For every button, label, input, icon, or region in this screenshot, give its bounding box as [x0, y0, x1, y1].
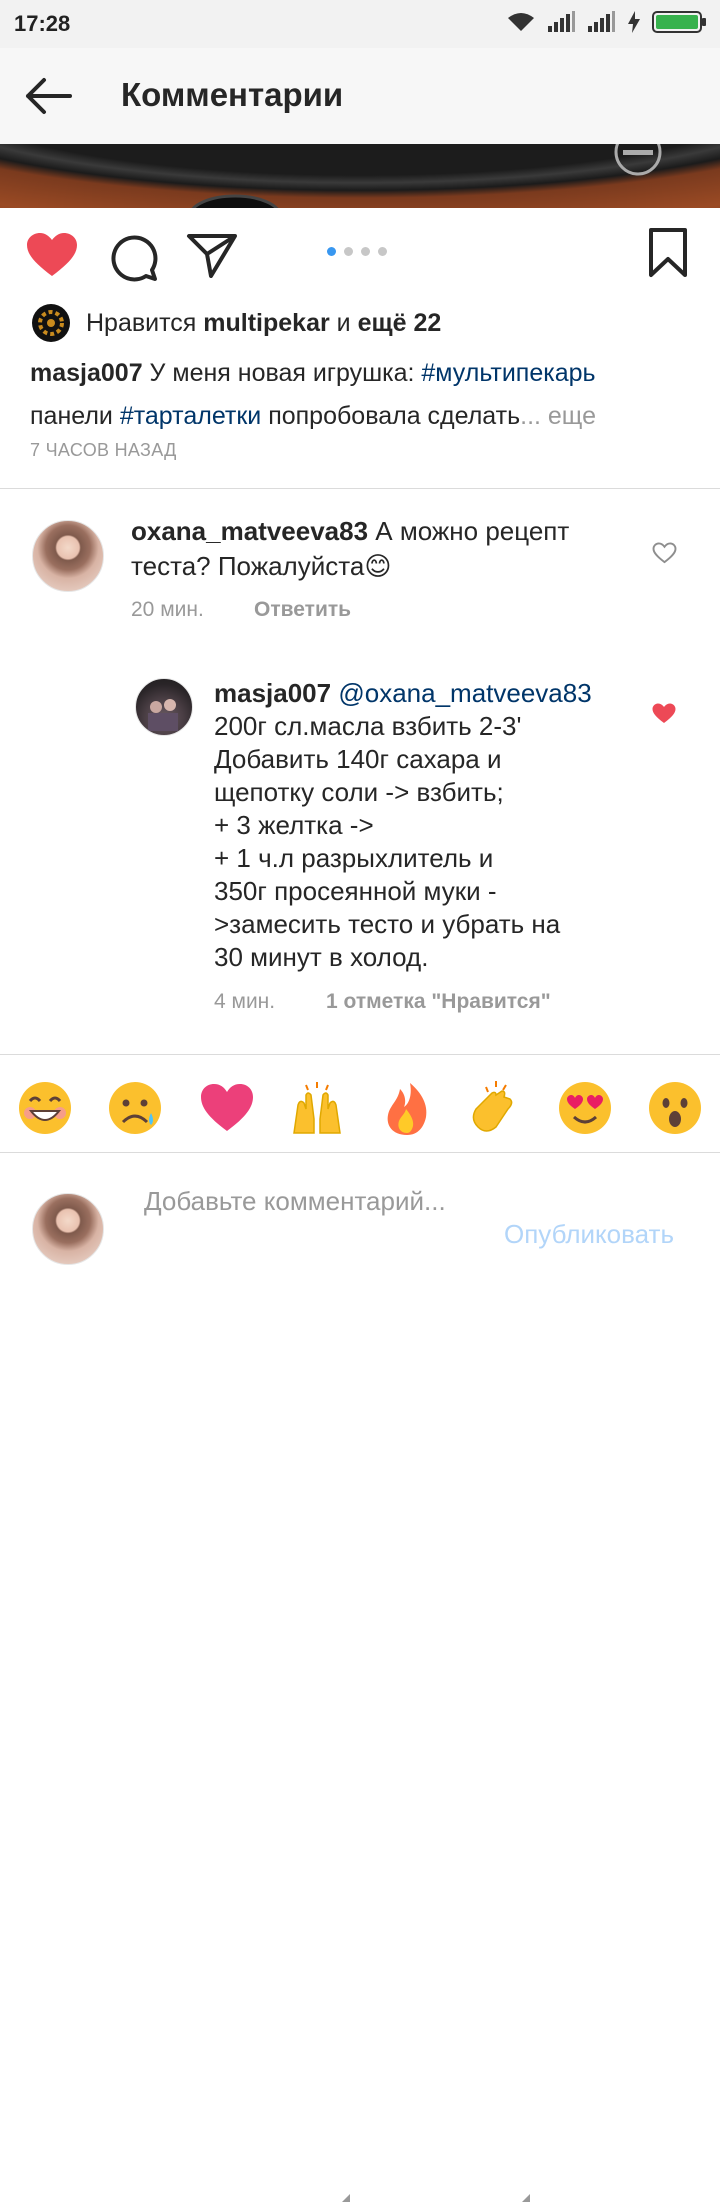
variant-indicator-icon — [522, 2194, 530, 2202]
comment-line: >замесить тесто и убрать на — [214, 909, 561, 939]
publish-button[interactable]: Опубликовать — [504, 1219, 674, 1250]
comment-line: Добавить 140г сахара и — [214, 744, 502, 774]
comment-time: 20 мин. — [131, 598, 204, 621]
reply-button[interactable]: Ответить — [254, 598, 351, 622]
wifi-icon — [508, 13, 534, 31]
comment-line: 350г просеянной муки - — [214, 876, 497, 906]
heart-eyes-emoji-icon[interactable] — [556, 1079, 614, 1137]
comment-line: 200г сл.масла взбить 2-3' — [214, 711, 522, 741]
divider — [0, 1152, 720, 1153]
comment-time: 4 мин. — [214, 990, 276, 1013]
status-time: 17:28 — [14, 11, 71, 36]
comment-likes-count[interactable]: 1 отметка "Нравится" — [326, 990, 551, 1014]
post-caption: masja007 У меня новая игрушка: #мультипе… — [30, 352, 690, 438]
comment-body: masja007 @oxana_matveeva83 200г сл.масла… — [214, 677, 644, 974]
avatar[interactable] — [135, 678, 193, 736]
charging-icon — [628, 11, 640, 33]
fire-emoji-icon[interactable] — [378, 1079, 436, 1137]
caption-hashtag[interactable]: #мультипекарь — [421, 359, 595, 387]
app-bar: Комментарии — [0, 48, 720, 144]
like-heart-icon[interactable] — [26, 232, 78, 278]
page-title: Комментарии — [121, 76, 344, 113]
comment-input[interactable]: Добавьте комментарий... — [144, 1185, 474, 1218]
comment-icon[interactable] — [108, 232, 158, 282]
clapping-hands-emoji-icon[interactable] — [466, 1079, 524, 1137]
likes-and: и — [336, 308, 351, 337]
divider — [0, 488, 720, 489]
likes-user[interactable]: multipekar — [203, 309, 329, 338]
likes-more[interactable]: ещё 22 — [358, 309, 442, 338]
caption-text: попробовала сделать — [261, 402, 521, 430]
comment-line: + 1 ч.л разрыхлитель и — [214, 843, 494, 873]
divider — [0, 1054, 720, 1055]
post-photo — [0, 144, 720, 208]
caption-text: панели — [30, 402, 120, 430]
comment-liked-heart-icon[interactable] — [651, 702, 677, 725]
comment-line: щепотку соли -> взбить; — [214, 777, 504, 807]
carousel-dot-active — [327, 247, 336, 256]
avatar — [32, 1193, 104, 1265]
comment-like-heart-icon[interactable] — [652, 542, 677, 564]
variant-indicator-icon — [342, 2194, 350, 2202]
photo-details — [191, 144, 662, 208]
share-icon[interactable] — [186, 232, 238, 278]
heart-emoji-icon[interactable] — [198, 1079, 256, 1137]
caption-username[interactable]: masja007 — [30, 359, 143, 387]
frowning-emoji-icon[interactable] — [106, 1079, 164, 1137]
raised-hands-emoji-icon[interactable] — [288, 1079, 346, 1137]
emoji-quick-bar — [0, 1063, 720, 2202]
post-timestamp: 7 ЧАСОВ НАЗАД — [30, 440, 177, 460]
carousel-dot — [378, 247, 387, 256]
likes-summary[interactable]: Нравится multipekar и ещё 22 — [32, 304, 441, 342]
back-arrow-icon[interactable] — [22, 72, 74, 120]
avatar[interactable] — [32, 520, 104, 592]
carousel-indicator — [327, 247, 387, 256]
liker-avatar — [32, 304, 70, 342]
signal-icon-2 — [588, 11, 615, 32]
status-bar: 17:28 — [0, 0, 720, 48]
caption-hashtag[interactable]: #тарталетки — [120, 402, 261, 430]
carousel-dot — [361, 247, 370, 256]
surprised-emoji-icon[interactable] — [646, 1079, 704, 1137]
grinning-emoji-icon[interactable] — [16, 1079, 74, 1137]
signal-icon — [548, 11, 575, 32]
battery-icon — [652, 11, 706, 33]
comment-line: + 3 желтка -> — [214, 810, 374, 840]
likes-prefix: Нравится — [86, 308, 197, 337]
comment-mention[interactable]: @oxana_matveeva83 — [338, 678, 591, 708]
caption-more-link[interactable]: ... еще — [520, 402, 596, 430]
comment-line: 30 минут в холод. — [214, 942, 429, 972]
comment-username[interactable]: masja007 — [214, 678, 331, 708]
comment-username[interactable]: oxana_matveeva83 — [131, 516, 368, 546]
bookmark-icon[interactable] — [648, 228, 688, 278]
carousel-dot — [344, 247, 353, 256]
comment-body: oxana_matveeva83 А можно рецепт теста? П… — [131, 514, 611, 584]
caption-text: У меня новая игрушка: — [142, 359, 422, 387]
